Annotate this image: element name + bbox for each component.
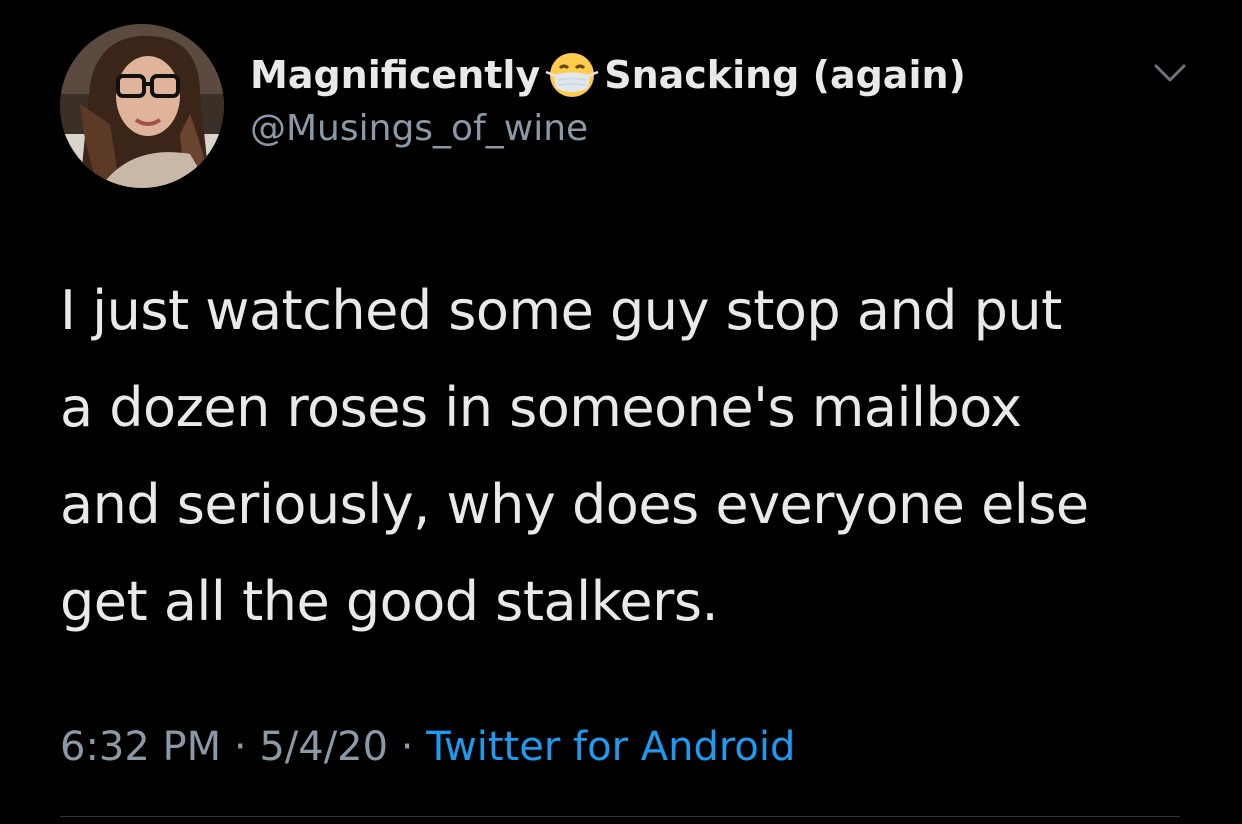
avatar-photo — [60, 24, 224, 188]
tweet-text-line: a dozen roses in someone's mailbox — [60, 376, 1022, 439]
tweet-text-line: get all the good stalkers. — [60, 570, 719, 633]
tweet: Magnificently Snacking (again) @Musings_… — [0, 0, 1242, 824]
meta-separator: · — [400, 724, 414, 770]
medical-mask-emoji-icon — [542, 50, 602, 100]
tweet-date[interactable]: 5/4/20 — [259, 724, 388, 770]
avatar[interactable] — [60, 24, 224, 188]
tweet-text: I just watched some guy stop and put a d… — [60, 262, 1210, 650]
display-name-part2: Snacking (again) — [604, 53, 966, 97]
display-name-part1: Magnificently — [250, 53, 541, 97]
author-names[interactable]: Magnificently Snacking (again) @Musings_… — [250, 50, 966, 152]
tweet-time[interactable]: 6:32 PM — [60, 724, 221, 770]
meta-separator: · — [233, 724, 247, 770]
display-name[interactable]: Magnificently Snacking (again) — [250, 50, 966, 100]
tweet-text-line: and seriously, why does everyone else — [60, 473, 1089, 536]
chevron-down-icon[interactable] — [1150, 58, 1190, 88]
tweet-text-line: I just watched some guy stop and put — [60, 279, 1062, 342]
divider — [60, 816, 1180, 817]
tweet-source-link[interactable]: Twitter for Android — [426, 724, 795, 770]
user-handle[interactable]: @Musings_of_wine — [250, 106, 966, 152]
tweet-metadata: 6:32 PM · 5/4/20 · Twitter for Android — [60, 722, 795, 772]
